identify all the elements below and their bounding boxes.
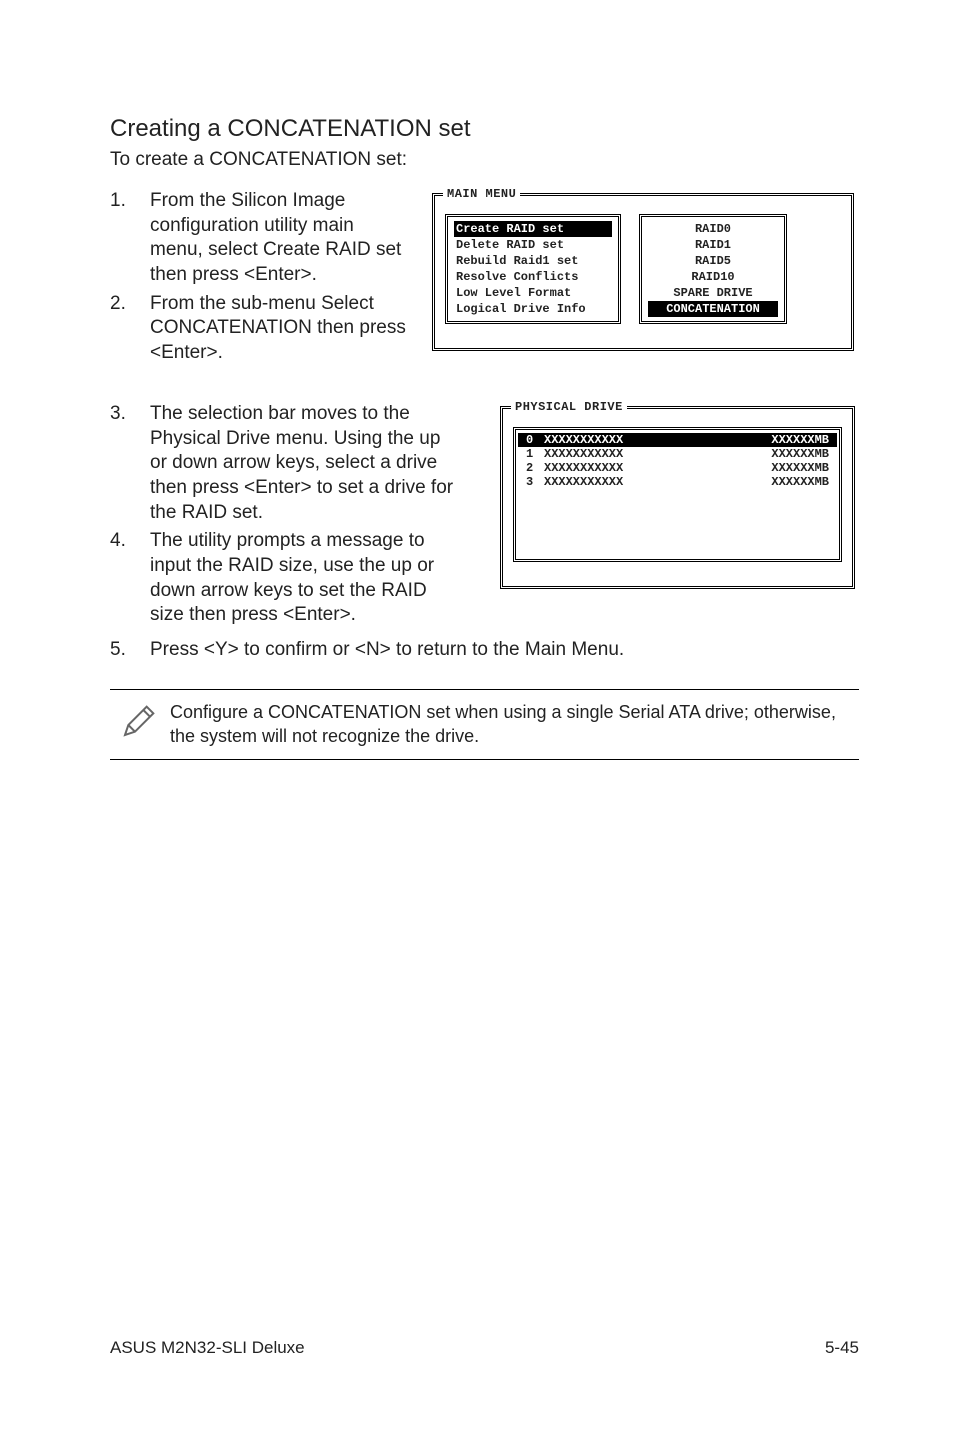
- drive-size: XXXXXXMB: [749, 475, 829, 489]
- page-heading: Creating a CONCATENATION set: [110, 115, 859, 143]
- step-text: Press <Y> to confirm or <N> to return to…: [150, 638, 859, 663]
- drive-row[interactable]: 3 XXXXXXXXXXX XXXXXXMB: [518, 475, 837, 489]
- menu-item-rebuild-raid1[interactable]: Rebuild Raid1 set: [454, 253, 612, 269]
- drive-row[interactable]: 1 XXXXXXXXXXX XXXXXXMB: [518, 447, 837, 461]
- option-concatenation[interactable]: CONCATENATION: [648, 301, 778, 317]
- drive-name: XXXXXXXXXXX: [544, 447, 749, 461]
- note-text: Configure a CONCATENATION set when using…: [170, 700, 849, 749]
- drive-size: XXXXXXMB: [749, 461, 829, 475]
- option-spare-drive[interactable]: SPARE DRIVE: [648, 285, 778, 301]
- page-footer: ASUS M2N32-SLI Deluxe 5-45: [110, 1338, 859, 1358]
- step-1: 1. From the Silicon Image configuration …: [110, 189, 410, 288]
- footer-left: ASUS M2N32-SLI Deluxe: [110, 1338, 305, 1358]
- drive-list: 0 XXXXXXXXXXX XXXXXXMB 1 XXXXXXXXXXX XXX…: [513, 427, 842, 562]
- step-3: 3. The selection bar moves to the Physic…: [110, 402, 460, 525]
- step-5: 5. Press <Y> to confirm or <N> to return…: [110, 638, 859, 663]
- drive-row[interactable]: 2 XXXXXXXXXXX XXXXXXMB: [518, 461, 837, 475]
- drive-index: 0: [526, 433, 544, 447]
- step-text: The selection bar moves to the Physical …: [150, 402, 460, 525]
- bios-physical-drive-panel: PHYSICAL DRIVE 0 XXXXXXXXXXX XXXXXXMB 1 …: [500, 406, 855, 589]
- page-subtitle: To create a CONCATENATION set:: [110, 149, 859, 171]
- menu-item-delete-raid[interactable]: Delete RAID set: [454, 237, 612, 253]
- step-number: 5.: [110, 638, 150, 663]
- bios-main-menu-panel: MAIN MENU Create RAID set Delete RAID se…: [432, 193, 854, 351]
- footer-right: 5-45: [825, 1338, 859, 1358]
- drive-index: 2: [526, 461, 544, 475]
- drive-size: XXXXXXMB: [749, 433, 829, 447]
- option-raid10[interactable]: RAID10: [648, 269, 778, 285]
- drive-name: XXXXXXXXXXX: [544, 461, 749, 475]
- bios-main-items: Create RAID set Delete RAID set Rebuild …: [445, 214, 621, 324]
- drive-row[interactable]: 0 XXXXXXXXXXX XXXXXXMB: [518, 433, 837, 447]
- step-2: 2. From the sub-menu Select CONCATENATIO…: [110, 292, 410, 366]
- drive-index: 3: [526, 475, 544, 489]
- drive-name: XXXXXXXXXXX: [544, 475, 749, 489]
- menu-item-resolve-conflicts[interactable]: Resolve Conflicts: [454, 269, 612, 285]
- drive-index: 1: [526, 447, 544, 461]
- step-text: The utility prompts a message to input t…: [150, 529, 460, 628]
- option-raid0[interactable]: RAID0: [648, 221, 778, 237]
- step-text: From the Silicon Image configuration uti…: [150, 189, 410, 288]
- drive-name: XXXXXXXXXXX: [544, 433, 749, 447]
- drive-size: XXXXXXMB: [749, 447, 829, 461]
- step-4: 4. The utility prompts a message to inpu…: [110, 529, 460, 628]
- menu-item-low-level-format[interactable]: Low Level Format: [454, 285, 612, 301]
- step-number: 3.: [110, 402, 150, 525]
- pencil-icon: [110, 700, 170, 749]
- step-text: From the sub-menu Select CONCATENATION t…: [150, 292, 410, 366]
- step-number: 2.: [110, 292, 150, 366]
- note-box: Configure a CONCATENATION set when using…: [110, 689, 859, 760]
- bios-raid-options: RAID0 RAID1 RAID5 RAID10 SPARE DRIVE CON…: [639, 214, 787, 324]
- menu-item-logical-drive-info[interactable]: Logical Drive Info: [454, 301, 612, 317]
- menu-item-create-raid[interactable]: Create RAID set: [454, 221, 612, 237]
- option-raid5[interactable]: RAID5: [648, 253, 778, 269]
- step-number: 4.: [110, 529, 150, 628]
- step-number: 1.: [110, 189, 150, 288]
- option-raid1[interactable]: RAID1: [648, 237, 778, 253]
- bios-legend: PHYSICAL DRIVE: [511, 400, 627, 414]
- bios-legend: MAIN MENU: [443, 187, 520, 201]
